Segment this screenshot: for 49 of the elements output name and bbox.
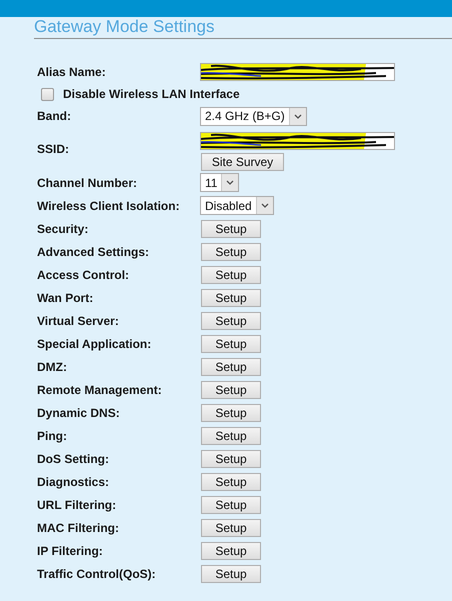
dropdown-select[interactable]: 2.4 GHz (B+G) — [200, 106, 307, 126]
setup-button[interactable]: Setup — [201, 358, 261, 376]
field-label: Band: — [37, 109, 72, 123]
setup-button[interactable]: Setup — [201, 312, 261, 330]
chevron-down-icon — [294, 114, 302, 118]
input-field[interactable] — [200, 63, 395, 81]
field-label: MAC Filtering: — [37, 520, 120, 534]
setup-button[interactable]: Setup — [201, 496, 261, 514]
chevron-down-icon — [226, 180, 234, 185]
setup-button[interactable]: Setup — [201, 404, 261, 422]
setup-button[interactable]: Setup — [201, 518, 261, 536]
field-label: Advanced Settings: — [37, 244, 150, 258]
dropdown-select[interactable]: 11 — [200, 173, 240, 192]
setup-button[interactable]: Setup — [201, 472, 261, 490]
setup-button[interactable]: Setup — [201, 288, 261, 306]
field-label: DMZ: — [37, 360, 68, 374]
field-label: Diagnostics: — [37, 474, 110, 488]
field-label: Special Application: — [37, 336, 152, 350]
field-label: Traffic Control(QoS): — [37, 566, 157, 580]
setup-button[interactable]: Setup — [201, 220, 261, 238]
setup-button[interactable]: Setup — [201, 426, 261, 444]
checkbox[interactable] — [41, 88, 54, 100]
setup-button[interactable]: Setup — [201, 334, 261, 352]
field-label: Ping: — [37, 428, 68, 442]
setup-button[interactable]: Setup — [201, 450, 261, 468]
field-label: Security: — [37, 222, 90, 236]
field-label: IP Filtering: — [37, 544, 104, 558]
setup-button[interactable]: Setup — [201, 542, 261, 560]
setup-button[interactable]: Setup — [201, 266, 261, 284]
setup-button[interactable]: Setup — [201, 564, 261, 582]
dropdown-select[interactable]: Disabled — [200, 196, 274, 215]
site-survey-button[interactable]: Site Survey — [201, 152, 284, 170]
chevron-down-icon — [260, 203, 269, 208]
field-label: Remote Management: — [37, 382, 163, 396]
field-label: Channel Number: — [37, 176, 138, 190]
checkbox-label: Disable Wireless LAN Interface — [63, 87, 240, 101]
setup-button[interactable]: Setup — [201, 242, 261, 260]
field-label: SSID: — [37, 142, 70, 156]
field-label: DoS Setting: — [37, 452, 110, 466]
page-title: Gateway Mode Settings — [34, 17, 452, 39]
field-label: URL Filtering: — [37, 498, 118, 512]
setup-button[interactable]: Setup — [201, 380, 261, 398]
input-field[interactable] — [200, 132, 395, 150]
field-label: Dynamic DNS: — [37, 406, 121, 420]
field-label: Wireless Client Isolation: — [37, 198, 181, 212]
field-label: Access Control: — [37, 268, 130, 282]
field-label: Wan Port: — [37, 290, 94, 304]
field-label: Virtual Server: — [37, 314, 120, 328]
field-label: Alias Name: — [37, 65, 107, 79]
